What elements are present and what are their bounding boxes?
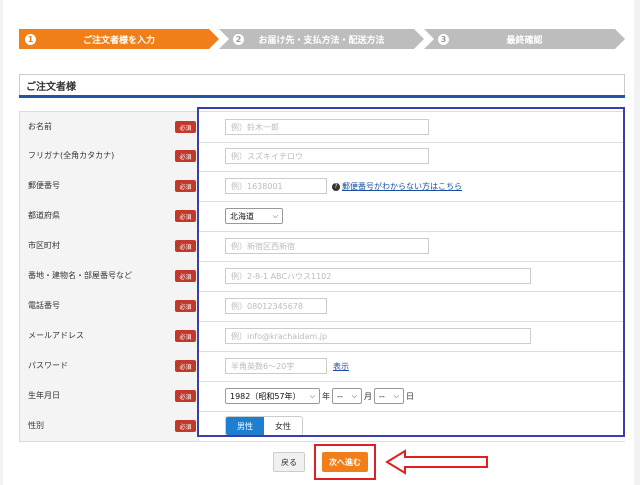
required-badge: 必須 xyxy=(175,300,196,312)
required-badge: 必須 xyxy=(175,180,196,192)
section-title: ご注文者様 xyxy=(19,74,625,96)
email-input[interactable]: 例）info@krachaidam.jp xyxy=(225,328,531,344)
row-password: パスワード 必須 半角英数6～20字 表示 xyxy=(19,351,625,382)
prefecture-select[interactable]: 北海道 ⌵ xyxy=(225,208,283,224)
show-password-link[interactable]: 表示 xyxy=(333,361,349,372)
row-email: メールアドレス 必須 例）info@krachaidam.jp xyxy=(19,321,625,352)
step-1: 1 ご注文者様を入力 xyxy=(19,29,219,49)
step-1-label: ご注文者様を入力 xyxy=(82,35,155,46)
page: 1 ご注文者様を入力 2 お届け先・支払方法・配送方法 3 最終確認 ご注文者様… xyxy=(3,0,634,485)
name-label: お名前 xyxy=(28,122,52,131)
required-badge: 必須 xyxy=(175,330,196,342)
required-badge: 必須 xyxy=(175,420,196,432)
row-birthday: 生年月日 必須 1982（昭和57年） ⌵ 年 -- ⌵ 月 -- ⌵ 日 xyxy=(19,381,625,412)
birthday-label: 生年月日 xyxy=(28,391,60,400)
postal-input[interactable]: 例）1638001 xyxy=(225,178,327,194)
kana-label: フリガナ(全角カタカナ) xyxy=(28,151,115,160)
prefecture-label: 都道府県 xyxy=(28,211,60,220)
city-input[interactable]: 例）新宿区西新宿 xyxy=(225,238,429,254)
required-badge: 必須 xyxy=(175,270,196,282)
section-divider xyxy=(19,95,625,98)
chevron-down-icon: ⌵ xyxy=(272,212,278,220)
row-city: 市区町村 必須 例）新宿区西新宿 xyxy=(19,231,625,262)
question-icon: ? xyxy=(332,182,340,191)
gender-female-option[interactable]: 女性 xyxy=(264,417,302,435)
birth-month-value: -- xyxy=(337,391,343,401)
birth-day-select[interactable]: -- ⌵ xyxy=(374,388,404,404)
day-unit: 日 xyxy=(406,392,414,401)
row-kana: フリガナ(全角カタカナ) 必須 例）スズキイチロウ xyxy=(19,141,625,172)
kana-input[interactable]: 例）スズキイチロウ xyxy=(225,148,429,164)
birth-year-value: 1982（昭和57年） xyxy=(230,391,301,401)
phone-label: 電話番号 xyxy=(28,301,60,310)
birth-year-select[interactable]: 1982（昭和57年） ⌵ xyxy=(225,388,320,404)
year-unit: 年 xyxy=(322,392,330,401)
required-badge: 必須 xyxy=(175,150,196,162)
required-badge: 必須 xyxy=(175,390,196,402)
next-button[interactable]: 次へ進む xyxy=(322,452,368,472)
month-unit: 月 xyxy=(364,392,372,401)
step-3: 3 最終確認 xyxy=(424,29,625,49)
row-postal: 郵便番号 必須 例）1638001 ? 郵便番号がわからない方はこちら xyxy=(19,171,625,202)
pointer-arrow-icon xyxy=(385,449,488,475)
chevron-down-icon: ⌵ xyxy=(309,392,315,400)
address-input[interactable]: 例）2-8-1 ABCハウス1102 xyxy=(225,268,531,284)
postal-help-link[interactable]: ? 郵便番号がわからない方はこちら xyxy=(332,181,462,192)
step-2-label: お届け先・支払方法・配送方法 xyxy=(258,35,385,46)
name-input[interactable]: 例）鈴木一郎 xyxy=(225,119,429,135)
row-address: 番地・建物名・部屋番号など 必須 例）2-8-1 ABCハウス1102 xyxy=(19,261,625,292)
password-label: パスワード xyxy=(28,361,68,370)
row-phone: 電話番号 必須 例）08012345678 xyxy=(19,291,625,322)
required-badge: 必須 xyxy=(175,121,196,133)
city-label: 市区町村 xyxy=(28,241,60,250)
birth-day-value: -- xyxy=(379,391,385,401)
next-button-highlight: 次へ進む xyxy=(314,444,376,480)
gender-male-option[interactable]: 男性 xyxy=(226,417,264,435)
gender-label: 性別 xyxy=(28,421,44,430)
gender-toggle: 男性 女性 xyxy=(225,416,303,436)
step-3-label: 最終確認 xyxy=(506,35,543,46)
chevron-down-icon: ⌵ xyxy=(351,392,357,400)
address-label: 番地・建物名・部屋番号など xyxy=(28,271,132,280)
chevron-down-icon: ⌵ xyxy=(393,392,399,400)
row-prefecture: 都道府県 必須 北海道 ⌵ xyxy=(19,201,625,232)
postal-help-text: 郵便番号がわからない方はこちら xyxy=(342,182,462,191)
password-input[interactable]: 半角英数6～20字 xyxy=(225,358,327,374)
phone-input[interactable]: 例）08012345678 xyxy=(225,298,327,314)
prefecture-value: 北海道 xyxy=(230,211,254,221)
row-name: お名前 必須 例）鈴木一郎 xyxy=(19,111,625,143)
required-badge: 必須 xyxy=(175,210,196,222)
email-label: メールアドレス xyxy=(28,331,84,340)
step-2: 2 お届け先・支払方法・配送方法 xyxy=(219,29,424,49)
progress-steps: 1 ご注文者様を入力 2 お届け先・支払方法・配送方法 3 最終確認 xyxy=(19,29,625,49)
required-badge: 必須 xyxy=(175,360,196,372)
birth-month-select[interactable]: -- ⌵ xyxy=(332,388,362,404)
row-gender: 性別 必須 男性 女性 xyxy=(19,411,625,442)
required-badge: 必須 xyxy=(175,240,196,252)
postal-label: 郵便番号 xyxy=(28,181,60,190)
back-button[interactable]: 戻る xyxy=(273,452,305,472)
